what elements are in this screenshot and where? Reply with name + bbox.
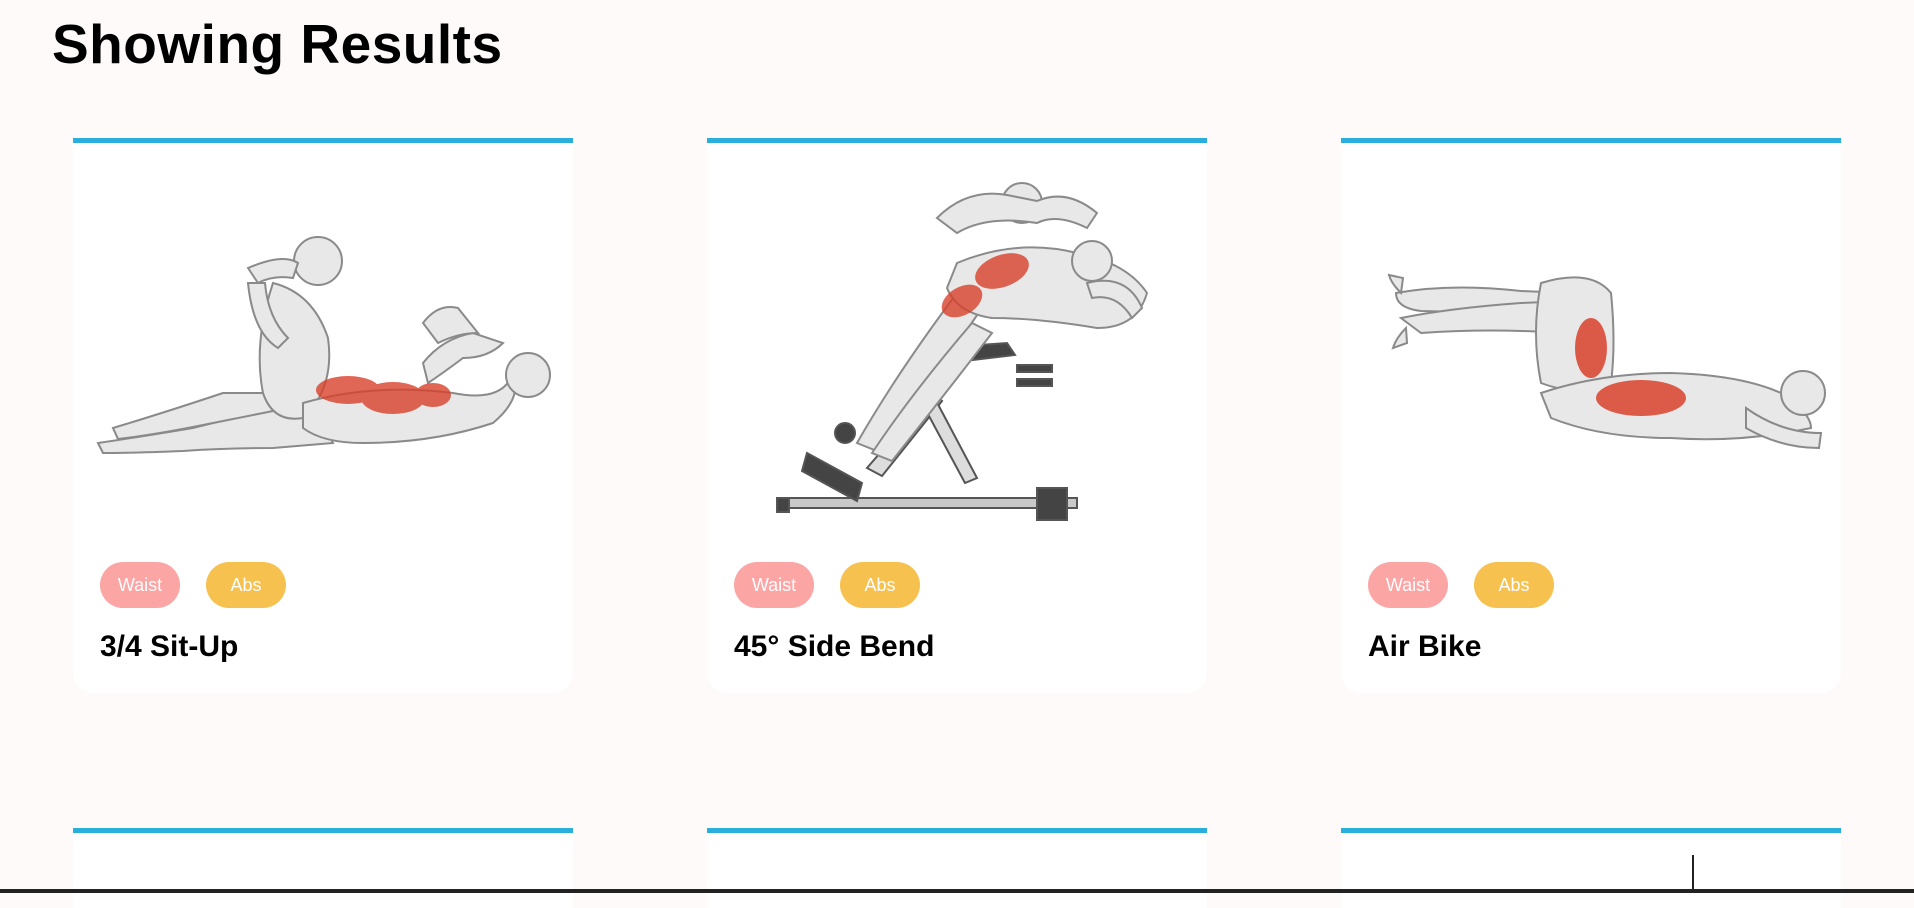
exercise-name[interactable]: 3/4 Sit-Up bbox=[100, 630, 238, 664]
exercise-illustration bbox=[1692, 855, 1694, 893]
tag-waist[interactable]: Waist bbox=[734, 562, 814, 608]
tag-waist[interactable]: Waist bbox=[100, 562, 180, 608]
page-title: Showing Results bbox=[52, 13, 503, 75]
exercise-card[interactable]: Waist Abs 3/4 Sit-Up bbox=[73, 138, 573, 693]
bottom-edge bbox=[0, 889, 1914, 893]
exercise-card[interactable]: Waist Abs 45° Side Bend bbox=[707, 138, 1207, 693]
exercise-name[interactable]: 45° Side Bend bbox=[734, 630, 934, 664]
tag-abs[interactable]: Abs bbox=[206, 562, 286, 608]
side-bend-illustration bbox=[776, 182, 1149, 521]
air-bike-illustration bbox=[1387, 273, 1826, 450]
sit-up-illustration bbox=[96, 236, 551, 455]
tag-abs[interactable]: Abs bbox=[1474, 562, 1554, 608]
tag-abs[interactable]: Abs bbox=[840, 562, 920, 608]
exercise-card[interactable] bbox=[73, 828, 573, 908]
exercise-card[interactable]: Waist Abs Air Bike bbox=[1341, 138, 1841, 693]
exercise-name[interactable]: Air Bike bbox=[1368, 630, 1481, 664]
exercise-card[interactable] bbox=[707, 828, 1207, 908]
tag-waist[interactable]: Waist bbox=[1368, 562, 1448, 608]
exercise-card[interactable] bbox=[1341, 828, 1841, 908]
